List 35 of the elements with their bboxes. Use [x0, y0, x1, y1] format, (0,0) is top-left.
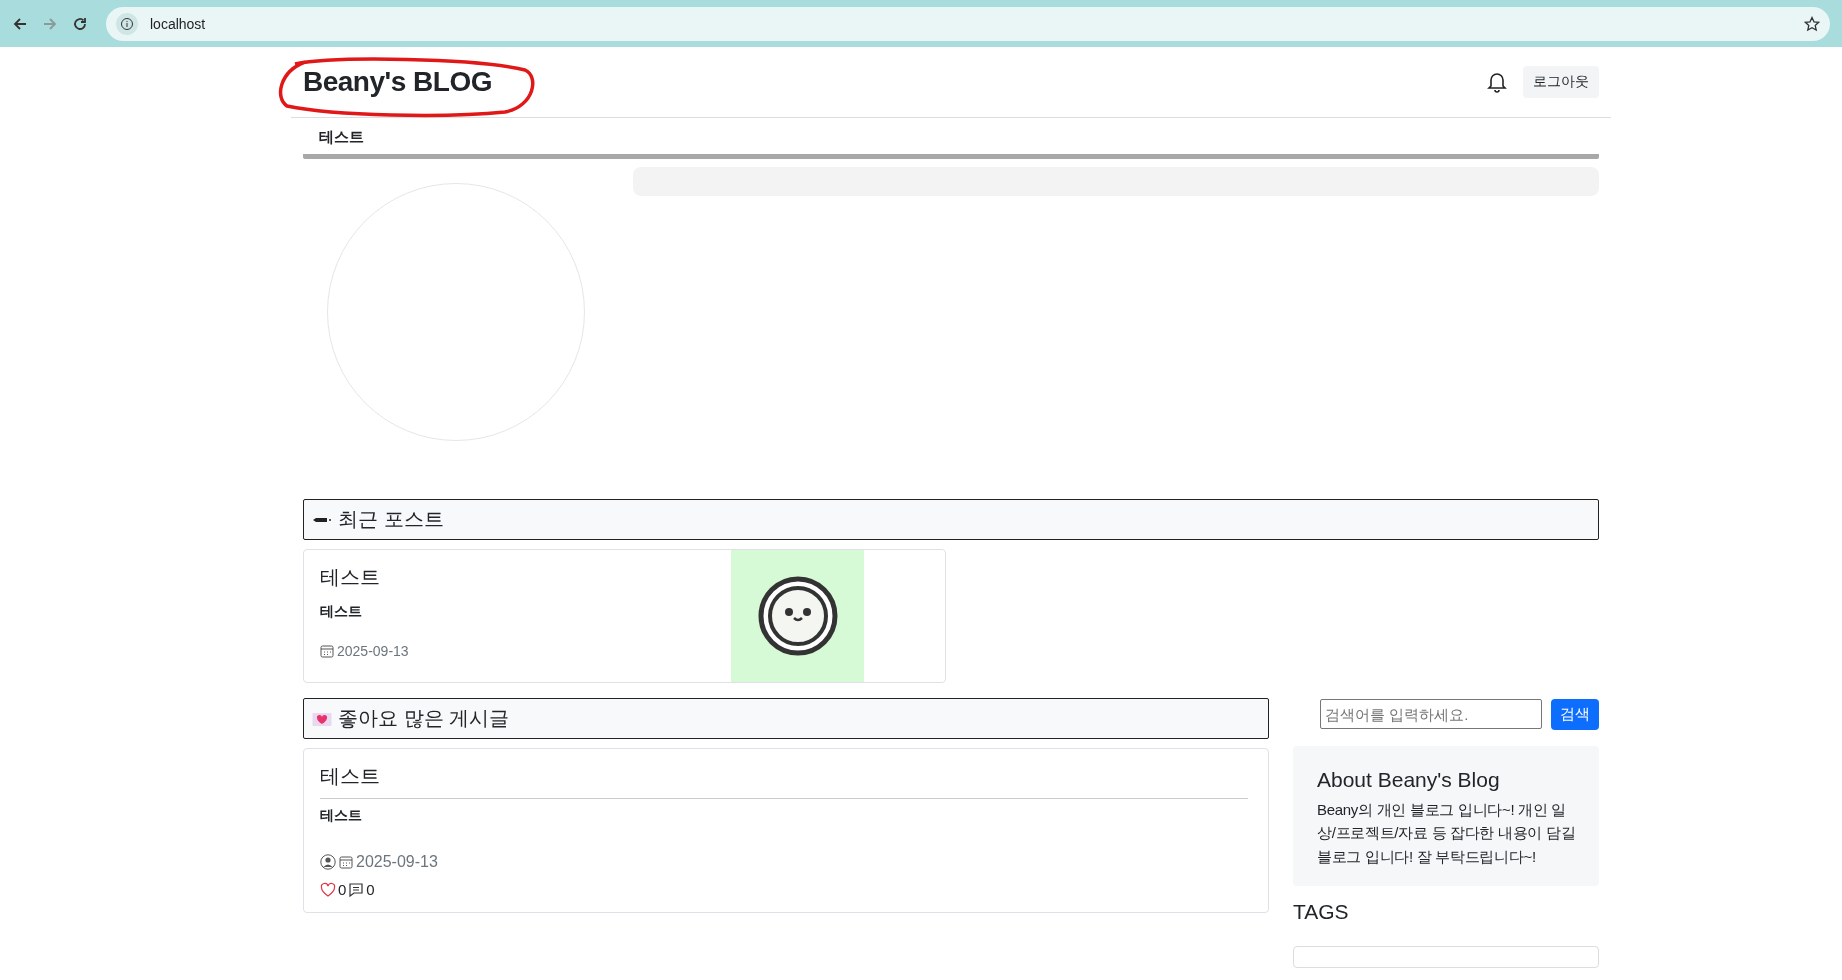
post-summary: 테스트 [320, 603, 363, 621]
about-text: Beany의 개인 블로그 입니다~! 개인 일상/프로젝트/자료 등 잡다한 내용이 담길 블로그 입니다! 잘 부탁드립니다~! [1317, 800, 1577, 867]
post-title[interactable]: 테스트 [320, 564, 715, 591]
post-summary: 테스트 [320, 807, 363, 825]
blog-title[interactable]: Beany's BLOG [303, 66, 492, 97]
search-button[interactable]: 검색 [1551, 699, 1599, 730]
post-thumbnail[interactable] [731, 550, 864, 682]
notification-bell-icon[interactable] [1487, 71, 1507, 93]
user-avatar-icon [320, 854, 336, 870]
url-text: localhost [150, 15, 206, 32]
heart-icon[interactable] [320, 881, 336, 898]
section-heading: 좋아요 많은 게시글 [338, 706, 510, 731]
post-card[interactable]: 테스트 테스트 2025-09-13 [303, 549, 946, 683]
reload-icon[interactable] [72, 15, 88, 32]
heart-letter-icon [312, 710, 332, 727]
post-card[interactable]: 테스트 테스트 2025-09-13 0 0 [303, 748, 1269, 913]
about-title: About Beany's Blog [1317, 768, 1501, 792]
like-count: 0 [338, 881, 347, 898]
logout-button[interactable]: 로그아웃 [1523, 66, 1599, 98]
category-tab[interactable]: 테스트 [319, 128, 364, 147]
info-icon[interactable] [116, 12, 138, 35]
comment-icon[interactable] [348, 881, 365, 898]
calendar-icon [320, 644, 334, 658]
section-heading: 최근 포스트 [338, 507, 444, 532]
post-date: 2025-09-13 [337, 643, 409, 659]
bookmark-star-icon[interactable] [1804, 15, 1820, 32]
post-title[interactable]: 테스트 [320, 763, 1248, 799]
calendar-icon [339, 855, 353, 869]
back-icon[interactable] [12, 15, 28, 32]
pen-icon [312, 515, 332, 524]
address-bar[interactable]: localhost [106, 6, 1830, 41]
tags-heading: TAGS [1293, 899, 1350, 924]
comment-count: 0 [366, 881, 375, 898]
post-date: 2025-09-13 [356, 853, 438, 871]
search-field[interactable]: 검색어를 입력하세요. [1320, 699, 1542, 729]
